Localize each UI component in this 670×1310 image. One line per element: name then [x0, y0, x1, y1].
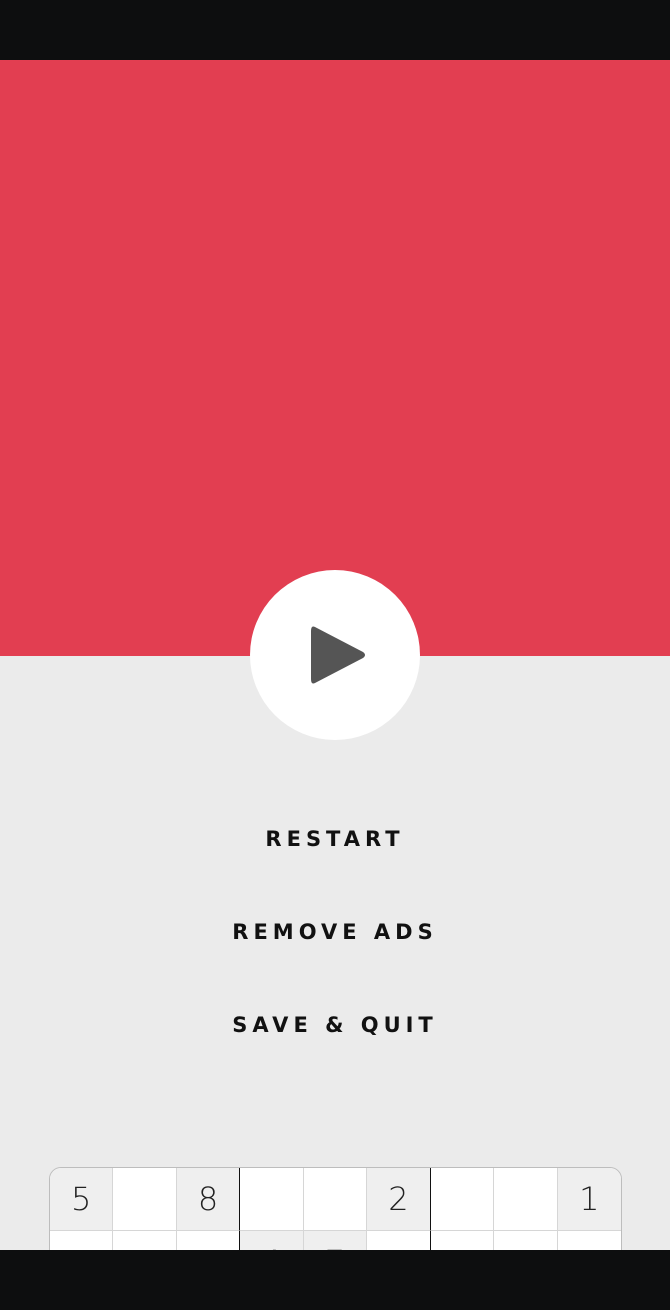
sudoku-board: 58 2 1 47: [49, 1167, 622, 1250]
navigation-bar: [0, 1250, 670, 1310]
sudoku-cell[interactable]: [494, 1231, 558, 1250]
sudoku-cell[interactable]: 4: [240, 1231, 304, 1250]
sudoku-cell[interactable]: 8: [176, 1168, 241, 1231]
sudoku-grid: 58 2 1 47: [50, 1168, 621, 1250]
sudoku-cell[interactable]: [177, 1231, 241, 1250]
play-button[interactable]: [250, 570, 420, 740]
save-and-quit-button[interactable]: SAVE & QUIT: [0, 1013, 670, 1037]
sudoku-cell[interactable]: [113, 1168, 177, 1231]
pause-screen: RESTART REMOVE ADS SAVE & QUIT 58 2 1 47: [0, 60, 670, 1250]
sudoku-cell[interactable]: [113, 1231, 177, 1250]
sudoku-cell[interactable]: [558, 1231, 621, 1250]
sudoku-cell[interactable]: 7: [303, 1231, 368, 1250]
sudoku-cell[interactable]: 5: [50, 1168, 114, 1231]
sudoku-cell[interactable]: 1: [557, 1168, 621, 1231]
restart-button[interactable]: RESTART: [0, 827, 670, 851]
sudoku-cell[interactable]: [430, 1168, 495, 1231]
status-bar: [0, 0, 670, 60]
sudoku-cell[interactable]: [50, 1231, 114, 1250]
hero-banner: [0, 60, 670, 656]
remove-ads-button[interactable]: REMOVE ADS: [0, 920, 670, 944]
play-icon: [311, 626, 365, 684]
sudoku-cell[interactable]: [431, 1231, 495, 1250]
sudoku-cell[interactable]: 2: [367, 1168, 431, 1231]
sudoku-cell[interactable]: [240, 1168, 304, 1231]
sudoku-cell[interactable]: [494, 1168, 558, 1231]
sudoku-cell[interactable]: [367, 1231, 431, 1250]
sudoku-cell[interactable]: [303, 1168, 368, 1231]
